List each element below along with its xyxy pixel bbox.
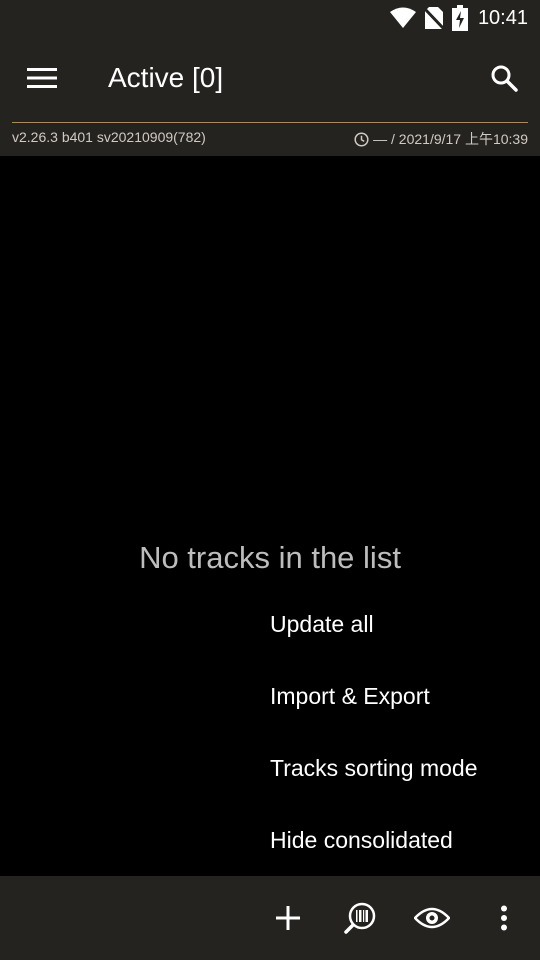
menu-item-import-export[interactable]: Import & Export <box>270 660 540 732</box>
version-label: v2.26.3 b401 sv20210909(782) <box>12 129 206 145</box>
more-vert-icon[interactable] <box>482 896 526 940</box>
eye-icon[interactable] <box>410 896 454 940</box>
menu-item-update-all[interactable]: Update all <box>270 588 540 660</box>
accent-divider <box>12 122 528 123</box>
no-sim-icon <box>423 6 444 30</box>
clock-icon <box>354 131 369 147</box>
menu-item-hide-consolidated[interactable]: Hide consolidated <box>270 804 540 876</box>
add-icon[interactable] <box>266 896 310 940</box>
wifi-icon <box>389 7 416 29</box>
last-sync-info: — / 2021/9/17 上午10:39 <box>354 129 528 149</box>
barcode-scan-icon[interactable] <box>338 896 382 940</box>
page-title: Active [0] <box>108 62 224 93</box>
menu-item-sorting-mode[interactable]: Tracks sorting mode <box>270 732 540 804</box>
empty-list-message: No tracks in the list <box>139 540 401 575</box>
hamburger-menu-icon[interactable] <box>20 56 64 100</box>
bottom-toolbar <box>0 876 540 960</box>
info-bar: v2.26.3 b401 sv20210909(782) — / 2021/9/… <box>0 120 540 156</box>
last-sync-text: — / 2021/9/17 上午10:39 <box>373 131 528 147</box>
overflow-menu: Update all Import & Export Tracks sortin… <box>270 588 540 876</box>
search-icon[interactable] <box>482 56 526 100</box>
battery-charging-icon <box>451 5 468 31</box>
status-time: 10:41 <box>477 6 528 29</box>
app-bar: Active [0] <box>0 36 540 120</box>
status-bar: 10:41 <box>0 0 540 36</box>
